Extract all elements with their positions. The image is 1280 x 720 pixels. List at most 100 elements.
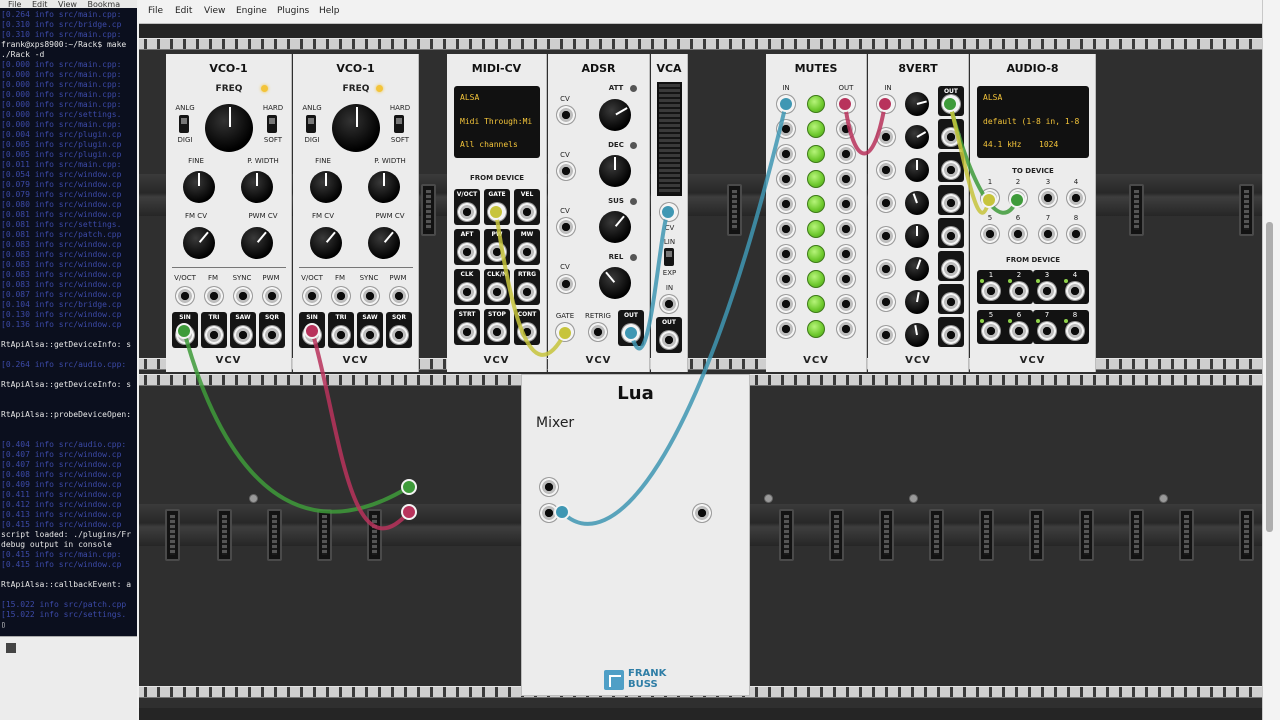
sin-output[interactable]: SIN	[172, 312, 198, 348]
eightvert-gain-knob[interactable]	[905, 125, 929, 149]
vco2-module[interactable]: VCO-1 FREQ ANLG HARD DIGI SOFT FINE P. W…	[293, 54, 419, 372]
mute-button[interactable]	[807, 170, 825, 188]
sus-cv-jack[interactable]	[556, 217, 576, 237]
mute-button[interactable]	[807, 295, 825, 313]
from-device-jack[interactable]	[981, 281, 1001, 301]
eightvert-output[interactable]	[938, 218, 964, 248]
clkn-output-jack[interactable]	[487, 282, 507, 302]
vca-module[interactable]: VCA CV LIN EXP IN OUT	[651, 54, 688, 372]
lua-module[interactable]: Lua Mixer FRANK BUSS	[521, 374, 750, 696]
mute-output-jack[interactable]	[836, 244, 856, 264]
terminal-menu-bookmarks[interactable]: Bookma	[88, 0, 121, 9]
sync-input-jack[interactable]	[233, 286, 253, 306]
anlg-digi-switch[interactable]	[306, 115, 316, 133]
menu-file[interactable]: File	[148, 6, 163, 16]
pwmcv-knob[interactable]	[241, 227, 273, 259]
audio-block-size[interactable]: 1024	[1039, 140, 1079, 149]
rel-cv-jack[interactable]	[556, 274, 576, 294]
mute-input-jack[interactable]	[776, 119, 796, 139]
eightvert-input-jack[interactable]	[876, 259, 896, 279]
from-device-jack[interactable]	[1037, 321, 1057, 341]
eightvert-input-jack[interactable]	[876, 226, 896, 246]
vco1-module[interactable]: VCO-1 FREQ ANLG HARD DIGI SOFT FINE P. W…	[166, 54, 292, 372]
saw-output[interactable]: SAW	[357, 312, 383, 348]
lua-input-jack-1[interactable]	[539, 477, 559, 497]
mute-button[interactable]	[807, 95, 825, 113]
tri-output-jack[interactable]	[204, 325, 224, 345]
scrollbar-thumb[interactable]	[1266, 222, 1273, 532]
mute-input-jack[interactable]	[776, 219, 796, 239]
eightvert-input-jack[interactable]	[876, 325, 896, 345]
to-device-jack[interactable]	[1066, 188, 1086, 208]
eightvert-gain-knob[interactable]	[905, 92, 929, 116]
to-device-jack[interactable]	[1038, 188, 1058, 208]
mute-output-jack[interactable]	[836, 294, 856, 314]
terminal-tab-icon[interactable]	[6, 643, 16, 653]
eightvert-output-jack[interactable]	[941, 325, 961, 345]
eightvert-gain-knob[interactable]	[905, 224, 929, 248]
to-device-jack[interactable]	[1066, 224, 1086, 244]
mute-button[interactable]	[807, 195, 825, 213]
eightvert-output[interactable]: OUT	[938, 86, 964, 116]
lin-exp-switch[interactable]	[664, 248, 674, 266]
stop-output[interactable]: STOP	[484, 309, 510, 345]
stop-output-jack[interactable]	[487, 322, 507, 342]
eightvert-output[interactable]	[938, 185, 964, 215]
mute-button[interactable]	[807, 245, 825, 263]
lua-output-jack[interactable]	[692, 503, 712, 523]
eightvert-output[interactable]	[938, 152, 964, 182]
audio-driver[interactable]: ALSA	[983, 93, 1089, 102]
anlg-digi-switch[interactable]	[179, 115, 189, 133]
to-device-jack[interactable]	[1008, 224, 1028, 244]
mute-output-jack[interactable]	[836, 119, 856, 139]
from-device-jack[interactable]	[981, 321, 1001, 341]
fm-input-jack[interactable]	[204, 286, 224, 306]
sus-knob[interactable]	[599, 211, 631, 243]
eightvert-output-jack[interactable]	[941, 193, 961, 213]
rtrg-output-jack[interactable]	[517, 282, 537, 302]
hard-soft-switch[interactable]	[267, 115, 277, 133]
mute-output-jack[interactable]	[836, 169, 856, 189]
terminal-menu-view[interactable]: View	[58, 0, 77, 9]
mute-input-jack[interactable]	[776, 319, 796, 339]
pw-output-jack[interactable]	[487, 242, 507, 262]
menu-engine[interactable]: Engine	[236, 6, 267, 16]
retrig-input-jack[interactable]	[588, 322, 608, 342]
voct-input-jack[interactable]	[175, 286, 195, 306]
out-output[interactable]: OUT	[618, 310, 644, 346]
sin-output[interactable]: SIN	[299, 312, 325, 348]
menu-help[interactable]: Help	[319, 6, 340, 16]
fine-knob[interactable]	[183, 171, 215, 203]
eightvert-gain-knob[interactable]	[905, 290, 929, 314]
att-cv-jack[interactable]	[556, 105, 576, 125]
clk-output[interactable]: CLK	[454, 269, 480, 305]
eightvert-output-jack[interactable]	[941, 94, 961, 114]
vca-out-jack[interactable]	[659, 330, 679, 350]
pwmcv-knob[interactable]	[368, 227, 400, 259]
audio-sample-rate[interactable]: 44.1 kHz	[983, 140, 1033, 149]
hard-soft-switch[interactable]	[394, 115, 404, 133]
mute-output-jack[interactable]	[836, 94, 856, 114]
saw-output-jack[interactable]	[360, 325, 380, 345]
gate-input-jack[interactable]	[555, 322, 575, 342]
voct-output[interactable]: V/OCT	[454, 189, 480, 225]
eightvert-gain-knob[interactable]	[905, 323, 929, 347]
cont-output-jack[interactable]	[517, 322, 537, 342]
tri-output-jack[interactable]	[331, 325, 351, 345]
midi-device[interactable]: Midi Through:Mi	[460, 117, 540, 126]
eightvert-output-jack[interactable]	[941, 292, 961, 312]
rel-knob[interactable]	[599, 267, 631, 299]
menu-edit[interactable]: Edit	[175, 6, 192, 16]
mute-input-jack[interactable]	[776, 94, 796, 114]
eightvert-input-jack[interactable]	[876, 292, 896, 312]
menu-view[interactable]: View	[204, 6, 225, 16]
to-device-jack[interactable]	[980, 224, 1000, 244]
mute-output-jack[interactable]	[836, 194, 856, 214]
eightvert-input-jack[interactable]	[876, 160, 896, 180]
sqr-output-jack[interactable]	[389, 325, 409, 345]
eightvert-module[interactable]: 8VERT IN OUT VCV	[868, 54, 969, 372]
from-device-jack[interactable]	[1037, 281, 1057, 301]
clkn-output[interactable]: CLK/N	[484, 269, 510, 305]
mute-input-jack[interactable]	[776, 269, 796, 289]
fine-knob[interactable]	[310, 171, 342, 203]
